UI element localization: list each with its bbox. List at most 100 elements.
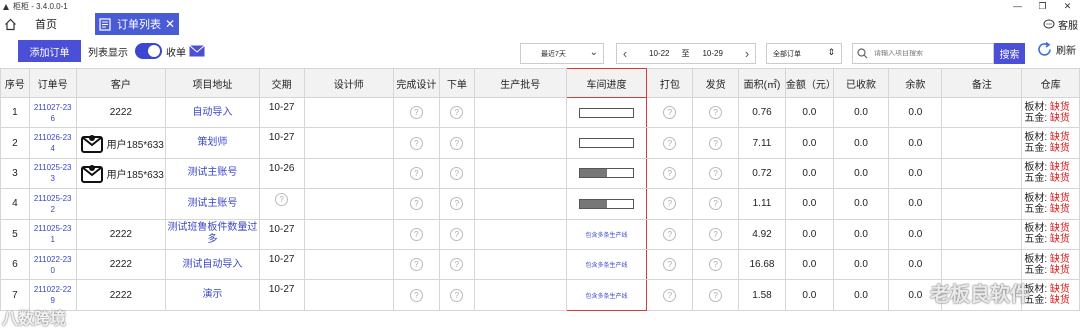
- stock-board-status[interactable]: 缺货: [1050, 132, 1070, 143]
- avatar-icon: [80, 135, 103, 154]
- tab-bar: 首页 订单列表 ✕ 客服: [0, 13, 1080, 35]
- date-to[interactable]: 10-29: [702, 49, 722, 58]
- question-icon[interactable]: ?: [450, 136, 464, 150]
- question-icon[interactable]: ?: [409, 106, 423, 120]
- question-icon[interactable]: ?: [450, 227, 464, 241]
- order-number: 211027-23 6: [33, 102, 72, 123]
- customer-td: 2222: [75, 279, 167, 311]
- tab-order-list[interactable]: 订单列表 ✕: [95, 13, 179, 35]
- order-filter-select[interactable]: 全部订单 ⇕: [766, 43, 842, 64]
- question-icon[interactable]: ?: [709, 136, 723, 150]
- stock-hardware-status[interactable]: 缺货: [1050, 234, 1070, 245]
- add-order-button[interactable]: 添加订单: [18, 40, 81, 62]
- question-icon[interactable]: ?: [663, 136, 677, 150]
- multi-line-label[interactable]: 包含多条生产线: [585, 294, 627, 300]
- question-icon[interactable]: ?: [709, 106, 723, 120]
- customer-service-button[interactable]: 客服: [1043, 17, 1078, 32]
- question-icon[interactable]: ?: [450, 258, 464, 272]
- order-number-link[interactable]: 211026-23 4: [28, 127, 77, 159]
- question-icon[interactable]: ?: [409, 288, 423, 302]
- project-link[interactable]: 测试自动导入: [165, 248, 260, 281]
- order-number-link[interactable]: 211025-23 1: [28, 218, 77, 250]
- question-icon[interactable]: ?: [709, 258, 723, 272]
- order-number-link[interactable]: 211022-23 0: [28, 248, 77, 281]
- question-icon[interactable]: ?: [450, 288, 464, 302]
- stock-board-status[interactable]: 缺货: [1050, 162, 1070, 173]
- question-icon[interactable]: ?: [663, 197, 677, 211]
- close-window-button[interactable]: ✕: [1055, 0, 1080, 13]
- table-row[interactable]: 7 211022-22 9 2222 演示 10-27?? 包含多条生产线?? 1.58 0.…: [0, 279, 1080, 311]
- project-link[interactable]: 演示: [165, 279, 260, 311]
- stock-hardware-status[interactable]: 缺货: [1050, 204, 1070, 215]
- stock-board-status[interactable]: 缺货: [1050, 223, 1070, 234]
- table-row[interactable]: 2 211026-23 4 用户185*633 策划师 10-27???? 7.11 0.0…: [0, 127, 1080, 159]
- question-icon[interactable]: ?: [409, 197, 423, 211]
- stock-hardware-status[interactable]: 缺货: [1050, 173, 1070, 184]
- stock-board-status[interactable]: 缺货: [1050, 284, 1070, 295]
- question-icon[interactable]: ?: [450, 106, 464, 120]
- stock-hardware-label: 五金:: [1024, 264, 1048, 276]
- received-cell: 0.0: [832, 279, 890, 311]
- table-row[interactable]: 4 211025-23 2 测试主账号????? 1.11 0.0 0.0 0.0 板材: 缺…: [0, 188, 1080, 220]
- stock-hardware-status[interactable]: 缺货: [1050, 265, 1070, 276]
- order-number-link[interactable]: 211027-23 6: [28, 96, 77, 129]
- search-input[interactable]: [874, 50, 984, 57]
- question-icon[interactable]: ?: [663, 227, 677, 241]
- question-icon[interactable]: ?: [409, 227, 423, 241]
- project-link[interactable]: 自动导入: [165, 96, 260, 129]
- stock-hardware-status[interactable]: 缺货: [1050, 113, 1070, 124]
- question-icon[interactable]: ?: [709, 288, 723, 302]
- stock-board-status[interactable]: 缺货: [1050, 193, 1070, 204]
- tab-home[interactable]: 首页: [0, 13, 61, 35]
- table-row[interactable]: 5 211025-23 1 2222 测试班鲁板件数量过多 10-27?? 包含多条生产线…: [0, 218, 1080, 250]
- question-icon[interactable]: ?: [709, 227, 723, 241]
- project-link[interactable]: 测试主账号: [165, 157, 260, 190]
- question-icon[interactable]: ?: [663, 258, 677, 272]
- refresh-button[interactable]: 刷新: [1036, 41, 1076, 58]
- search-button[interactable]: 搜索: [994, 43, 1025, 64]
- question-icon[interactable]: ?: [409, 136, 423, 150]
- stock-hardware-status[interactable]: 缺货: [1050, 295, 1070, 306]
- date-range-picker[interactable]: ‹ 10-22 至 10-29 ›: [616, 43, 756, 64]
- question-icon[interactable]: ?: [450, 197, 464, 211]
- pack-cell: ?: [646, 96, 694, 129]
- stock-hardware: 五金: 缺货: [1024, 264, 1078, 276]
- question-icon[interactable]: ?: [409, 258, 423, 272]
- table-row[interactable]: 3 211025-23 3 用户185*633 测试主账号 10-26???? 0.72 0…: [0, 157, 1080, 190]
- maximize-button[interactable]: ❐: [1030, 0, 1055, 13]
- project-link[interactable]: 策划师: [165, 127, 260, 159]
- column-header: 生产批号: [473, 68, 567, 98]
- customer-name: 2222: [109, 107, 132, 119]
- project-link[interactable]: 测试主账号: [165, 188, 260, 220]
- question-icon[interactable]: ?: [709, 197, 723, 211]
- stock-board-status[interactable]: 缺货: [1050, 254, 1070, 265]
- next-range-icon[interactable]: ›: [739, 46, 755, 61]
- multi-line-label[interactable]: 包含多条生产线: [585, 263, 627, 269]
- close-icon[interactable]: ✕: [165, 17, 175, 31]
- search-icon: [857, 48, 868, 59]
- list-display-toggle[interactable]: [135, 43, 162, 59]
- question-icon[interactable]: ?: [663, 288, 677, 302]
- seq-cell: 1: [0, 96, 30, 129]
- minimize-button[interactable]: —: [1005, 0, 1030, 13]
- stock-hardware-status[interactable]: 缺货: [1050, 143, 1070, 154]
- question-icon[interactable]: ?: [709, 166, 723, 180]
- stock-board-status[interactable]: 缺货: [1050, 102, 1070, 113]
- table-row[interactable]: 6 211022-23 0 2222 测试自动导入 10-27?? 包含多条生产线?? 16…: [0, 248, 1080, 281]
- multi-line-label[interactable]: 包含多条生产线: [585, 233, 627, 239]
- progress-fill: [580, 199, 607, 208]
- question-icon[interactable]: ?: [450, 166, 464, 180]
- project-link[interactable]: 测试班鲁板件数量过多: [165, 218, 260, 250]
- prev-range-icon[interactable]: ‹: [617, 46, 633, 61]
- order-number-link[interactable]: 211025-23 3: [28, 157, 77, 190]
- order-number-link[interactable]: 211025-23 2: [28, 188, 77, 220]
- question-icon[interactable]: ?: [663, 166, 677, 180]
- question-icon[interactable]: ?: [409, 166, 423, 180]
- date-preset-select[interactable]: 最近7天 ⌄: [520, 43, 604, 64]
- question-icon[interactable]: ?: [663, 106, 677, 120]
- table-row[interactable]: 1 211027-23 6 2222 自动导入 10-27???? 0.76 0.0 0.0 0…: [0, 96, 1080, 129]
- date-from[interactable]: 10-22: [649, 49, 669, 58]
- question-icon[interactable]: ?: [275, 193, 289, 207]
- customer-name: 用户185*633: [106, 139, 164, 151]
- mail-icon[interactable]: [189, 45, 205, 57]
